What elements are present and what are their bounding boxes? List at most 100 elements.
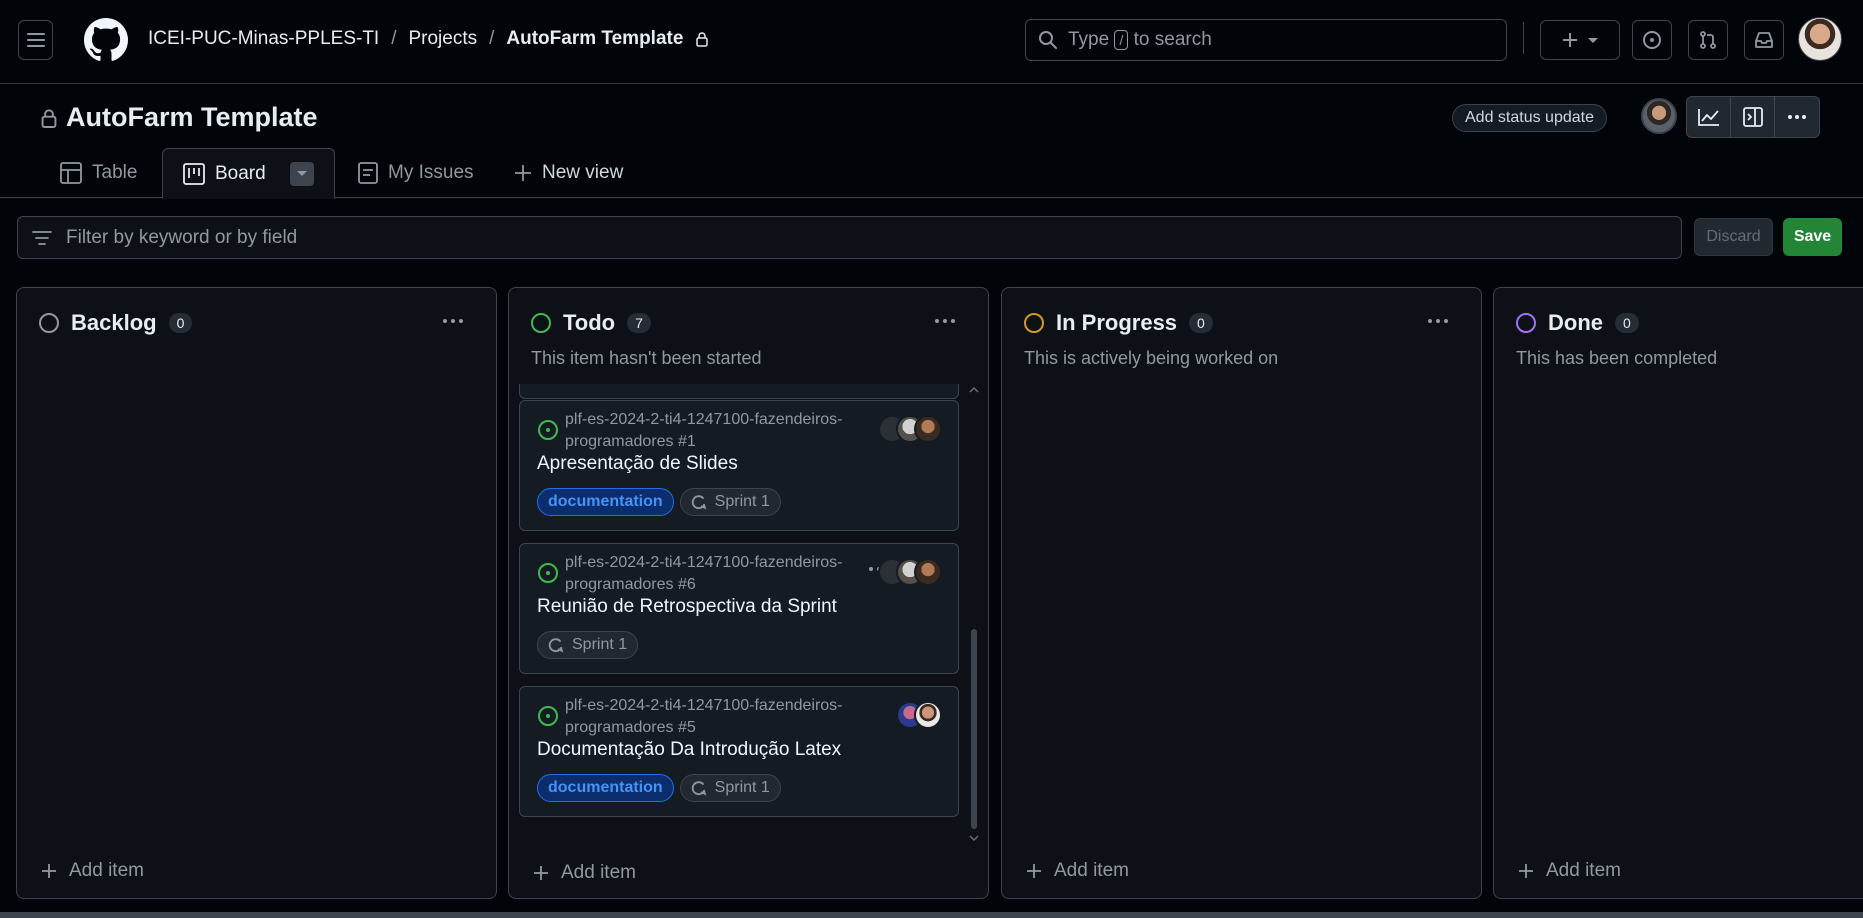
issue-repo[interactable]: plf-es-2024-2-ti4-1247100-fazendeiros-pr… <box>565 695 885 739</box>
issue-card[interactable]: plf-es-2024-2-ti4-1247100-fazendeiros-pr… <box>519 543 959 674</box>
column-count: 0 <box>1615 313 1639 333</box>
tab-table[interactable]: Table <box>60 148 137 198</box>
github-logo-icon[interactable] <box>84 18 128 62</box>
issue-card[interactable]: plf-es-2024-2-ti4-1247100-fazendeiros-pr… <box>519 686 959 817</box>
column-description: This is actively being worked on <box>1024 348 1279 368</box>
plus-icon <box>1027 864 1041 878</box>
add-item-button[interactable]: Add item <box>1026 860 1129 882</box>
divider <box>1523 22 1524 54</box>
card-labels: Sprint 1 <box>537 631 639 659</box>
sprint-label-text: Sprint 1 <box>714 493 770 510</box>
tab-label: New view <box>542 162 624 183</box>
sprint-label-text: Sprint 1 <box>714 779 770 796</box>
issue-opened-icon <box>538 420 558 440</box>
issue-card[interactable] <box>519 384 959 399</box>
sprint-label[interactable]: Sprint 1 <box>679 488 781 516</box>
kebab-horizontal-icon <box>443 319 463 323</box>
add-status-update-button[interactable]: Add status update <box>1452 104 1607 132</box>
card-labels: documentation Sprint 1 <box>537 488 781 516</box>
triangle-down-icon <box>296 170 307 176</box>
more-options-button[interactable] <box>1775 97 1819 137</box>
status-circle-icon <box>1516 313 1536 333</box>
issue-card[interactable]: plf-es-2024-2-ti4-1247100-fazendeiros-pr… <box>519 400 959 531</box>
add-item-label: Add item <box>1054 860 1129 881</box>
add-item-button[interactable]: Add item <box>41 860 144 882</box>
scroll-down-icon[interactable] <box>968 834 980 842</box>
project-title-text: AutoFarm Template <box>66 102 318 132</box>
issue-title[interactable]: Documentação Da Introdução Latex <box>537 739 841 761</box>
column-count: 0 <box>168 313 193 333</box>
search-input[interactable]: Type / to search <box>1025 19 1507 61</box>
view-options-dropdown[interactable] <box>289 161 314 186</box>
table-icon <box>60 162 82 184</box>
iterations-icon <box>548 638 564 653</box>
issue-opened-icon <box>538 706 558 726</box>
lock-icon <box>696 32 709 47</box>
breadcrumb-org[interactable]: ICEI-PUC-Minas-PPLES-TI <box>148 28 379 50</box>
sprint-label-text: Sprint 1 <box>572 636 628 653</box>
scrollbar-thumb[interactable] <box>971 629 977 829</box>
label-documentation[interactable]: documentation <box>537 488 674 516</box>
filter-input[interactable]: Filter by keyword or by field <box>17 216 1682 259</box>
column-header: In Progress 0 <box>1024 310 1213 336</box>
assignee-avatars[interactable] <box>878 558 942 586</box>
issue-title[interactable]: Apresentação de Slides <box>537 453 738 475</box>
side-panel-button[interactable] <box>1731 97 1775 137</box>
column-todo: Todo 7 This item hasn't been started plf… <box>508 287 989 899</box>
sprint-label[interactable]: Sprint 1 <box>537 631 639 659</box>
tab-board[interactable]: Board <box>162 148 335 199</box>
issue-repo[interactable]: plf-es-2024-2-ti4-1247100-fazendeiros-pr… <box>565 552 885 596</box>
column-header: Todo 7 <box>531 310 651 336</box>
assignee-avatars[interactable] <box>878 415 942 443</box>
column-in-progress: In Progress 0 This is actively being wor… <box>1001 287 1482 899</box>
column-title: In Progress <box>1056 310 1178 335</box>
menu-button[interactable] <box>18 20 53 60</box>
column-menu-button[interactable] <box>1427 318 1449 324</box>
insights-button[interactable] <box>1687 97 1731 137</box>
column-title: Backlog <box>71 310 157 335</box>
add-item-button[interactable]: Add item <box>533 862 636 884</box>
sprint-label[interactable]: Sprint 1 <box>679 774 781 802</box>
graph-icon <box>1697 109 1719 126</box>
status-circle-icon <box>531 313 551 333</box>
card-list-scrollbar[interactable] <box>968 384 980 846</box>
inbox-button[interactable] <box>1744 20 1784 60</box>
tab-my-issues[interactable]: My Issues <box>358 148 474 198</box>
horizontal-scrollbar[interactable] <box>0 912 1863 918</box>
add-item-button[interactable]: Add item <box>1518 860 1621 882</box>
save-button[interactable]: Save <box>1783 218 1842 256</box>
project-actions <box>1686 96 1820 138</box>
discard-button[interactable]: Discard <box>1694 218 1773 256</box>
card-list: plf-es-2024-2-ti4-1247100-fazendeiros-pr… <box>519 384 962 846</box>
issue-repo[interactable]: plf-es-2024-2-ti4-1247100-fazendeiros-pr… <box>565 409 885 453</box>
pull-requests-button[interactable] <box>1688 20 1728 60</box>
assignee-avatars[interactable] <box>896 701 942 729</box>
hamburger-icon <box>26 33 45 47</box>
new-view-button[interactable]: New view <box>514 148 623 198</box>
issues-button[interactable] <box>1632 20 1672 60</box>
label-documentation[interactable]: documentation <box>537 774 674 802</box>
column-menu-button[interactable] <box>442 318 464 324</box>
column-header: Done 0 <box>1516 310 1639 336</box>
breadcrumb-separator: / <box>489 28 495 49</box>
search-placeholder: Type / to search <box>1068 29 1212 51</box>
user-avatar[interactable] <box>1798 17 1842 61</box>
create-new-button[interactable] <box>1540 20 1620 60</box>
collaborator-avatar[interactable] <box>1641 98 1677 134</box>
status-circle-icon <box>39 313 59 333</box>
card-labels: documentation Sprint 1 <box>537 774 781 802</box>
triangle-down-icon <box>1588 38 1598 43</box>
breadcrumb-project[interactable]: AutoFarm Template <box>506 28 683 50</box>
breadcrumb-projects[interactable]: Projects <box>408 28 477 50</box>
issue-opened-icon <box>1643 31 1661 49</box>
add-item-label: Add item <box>69 860 144 881</box>
column-title: Todo <box>563 310 616 335</box>
column-done: Done 0 This has been completed Add item <box>1493 287 1863 899</box>
issue-title[interactable]: Reunião de Retrospectiva da Sprint <box>537 596 837 618</box>
avatar <box>914 415 942 443</box>
search-placeholder-after: to search <box>1133 29 1212 50</box>
scroll-up-icon[interactable] <box>968 386 980 394</box>
column-menu-button[interactable] <box>934 318 956 324</box>
kebab-horizontal-icon <box>1788 115 1806 119</box>
view-tabs: Table Board My Issues New view <box>0 148 1863 199</box>
